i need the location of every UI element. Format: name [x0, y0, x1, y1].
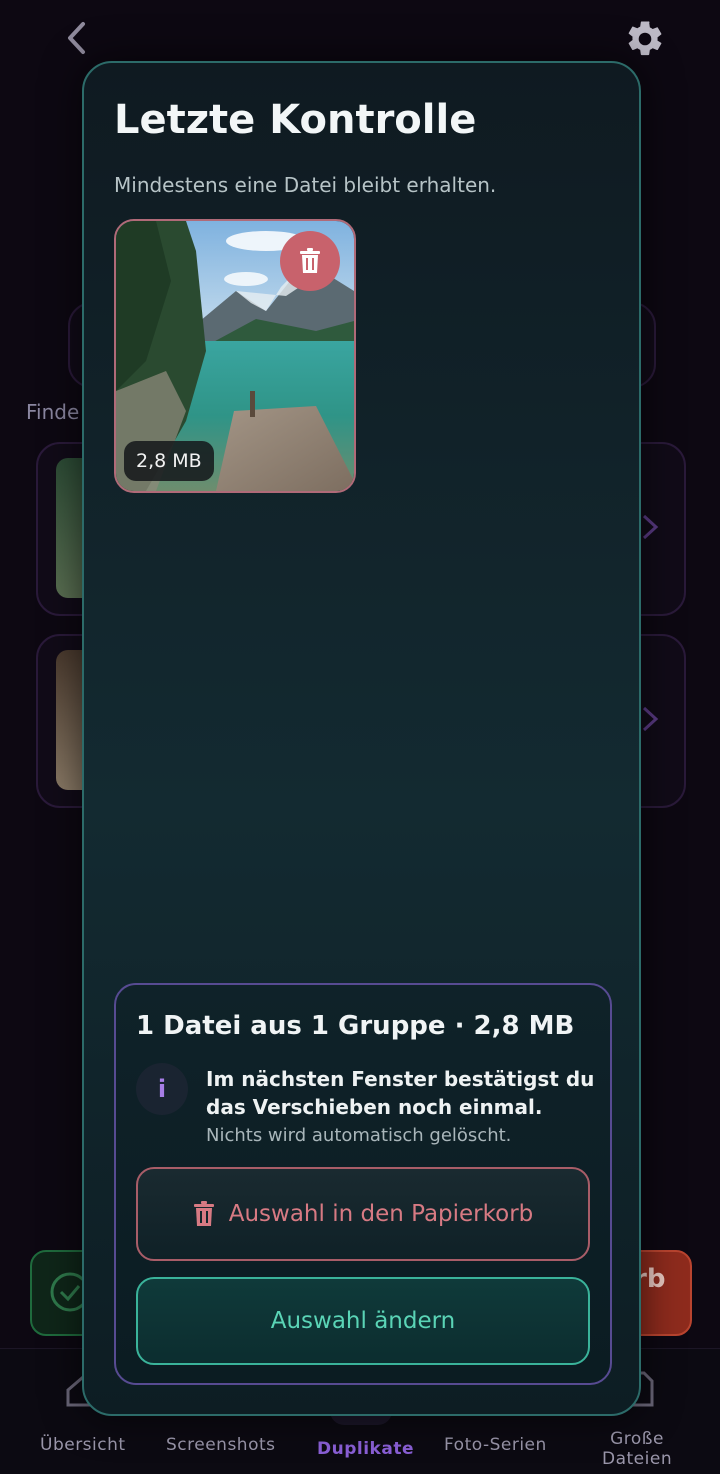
final-review-dialog: Letzte Kontrolle Mindestens eine Datei b… — [82, 61, 641, 1416]
chevron-right-icon — [642, 514, 659, 540]
nav-tab-duplikate[interactable]: Duplikate — [317, 1439, 414, 1459]
gear-icon[interactable] — [624, 18, 666, 60]
move-to-trash-button[interactable]: Auswahl in den Papierkorb — [136, 1167, 590, 1261]
summary-title: 1 Datei aus 1 Gruppe · 2,8 MB — [136, 1011, 575, 1041]
move-to-trash-label: Auswahl in den Papierkorb — [228, 1201, 534, 1227]
change-selection-button[interactable]: Auswahl ändern — [136, 1277, 590, 1365]
background-section-label: Finde — [26, 400, 80, 424]
nav-tab-label-line1: Große — [610, 1429, 664, 1449]
trash-icon — [193, 1201, 214, 1226]
info-subtext: Nichts wird automatisch gelöscht. — [206, 1125, 512, 1146]
nav-tab-uebersicht[interactable]: Übersicht — [40, 1435, 126, 1455]
chevron-right-icon — [642, 706, 659, 732]
summary-panel: 1 Datei aus 1 Gruppe · 2,8 MB i Im nächs… — [114, 983, 612, 1385]
info-text: Im nächsten Fenster bestätigst du das Ve… — [206, 1067, 595, 1119]
dialog-title: Letzte Kontrolle — [114, 97, 477, 143]
trash-icon — [300, 248, 320, 273]
change-selection-label: Auswahl ändern — [270, 1308, 456, 1334]
nav-tab-foto-serien[interactable]: Foto-Serien — [444, 1435, 547, 1455]
remove-photo-button[interactable] — [280, 231, 340, 291]
file-size-badge: 2,8 MB — [124, 441, 214, 481]
nav-tab-label-line2: Dateien — [602, 1449, 673, 1469]
back-arrow-icon[interactable] — [58, 18, 98, 58]
info-icon: i — [136, 1063, 188, 1115]
nav-tab-screenshots[interactable]: Screenshots — [166, 1435, 276, 1455]
dialog-subtitle: Mindestens eine Datei bleibt erhalten. — [114, 173, 497, 197]
nav-tab-grosse-dateien[interactable]: Große Dateien — [602, 1429, 672, 1469]
